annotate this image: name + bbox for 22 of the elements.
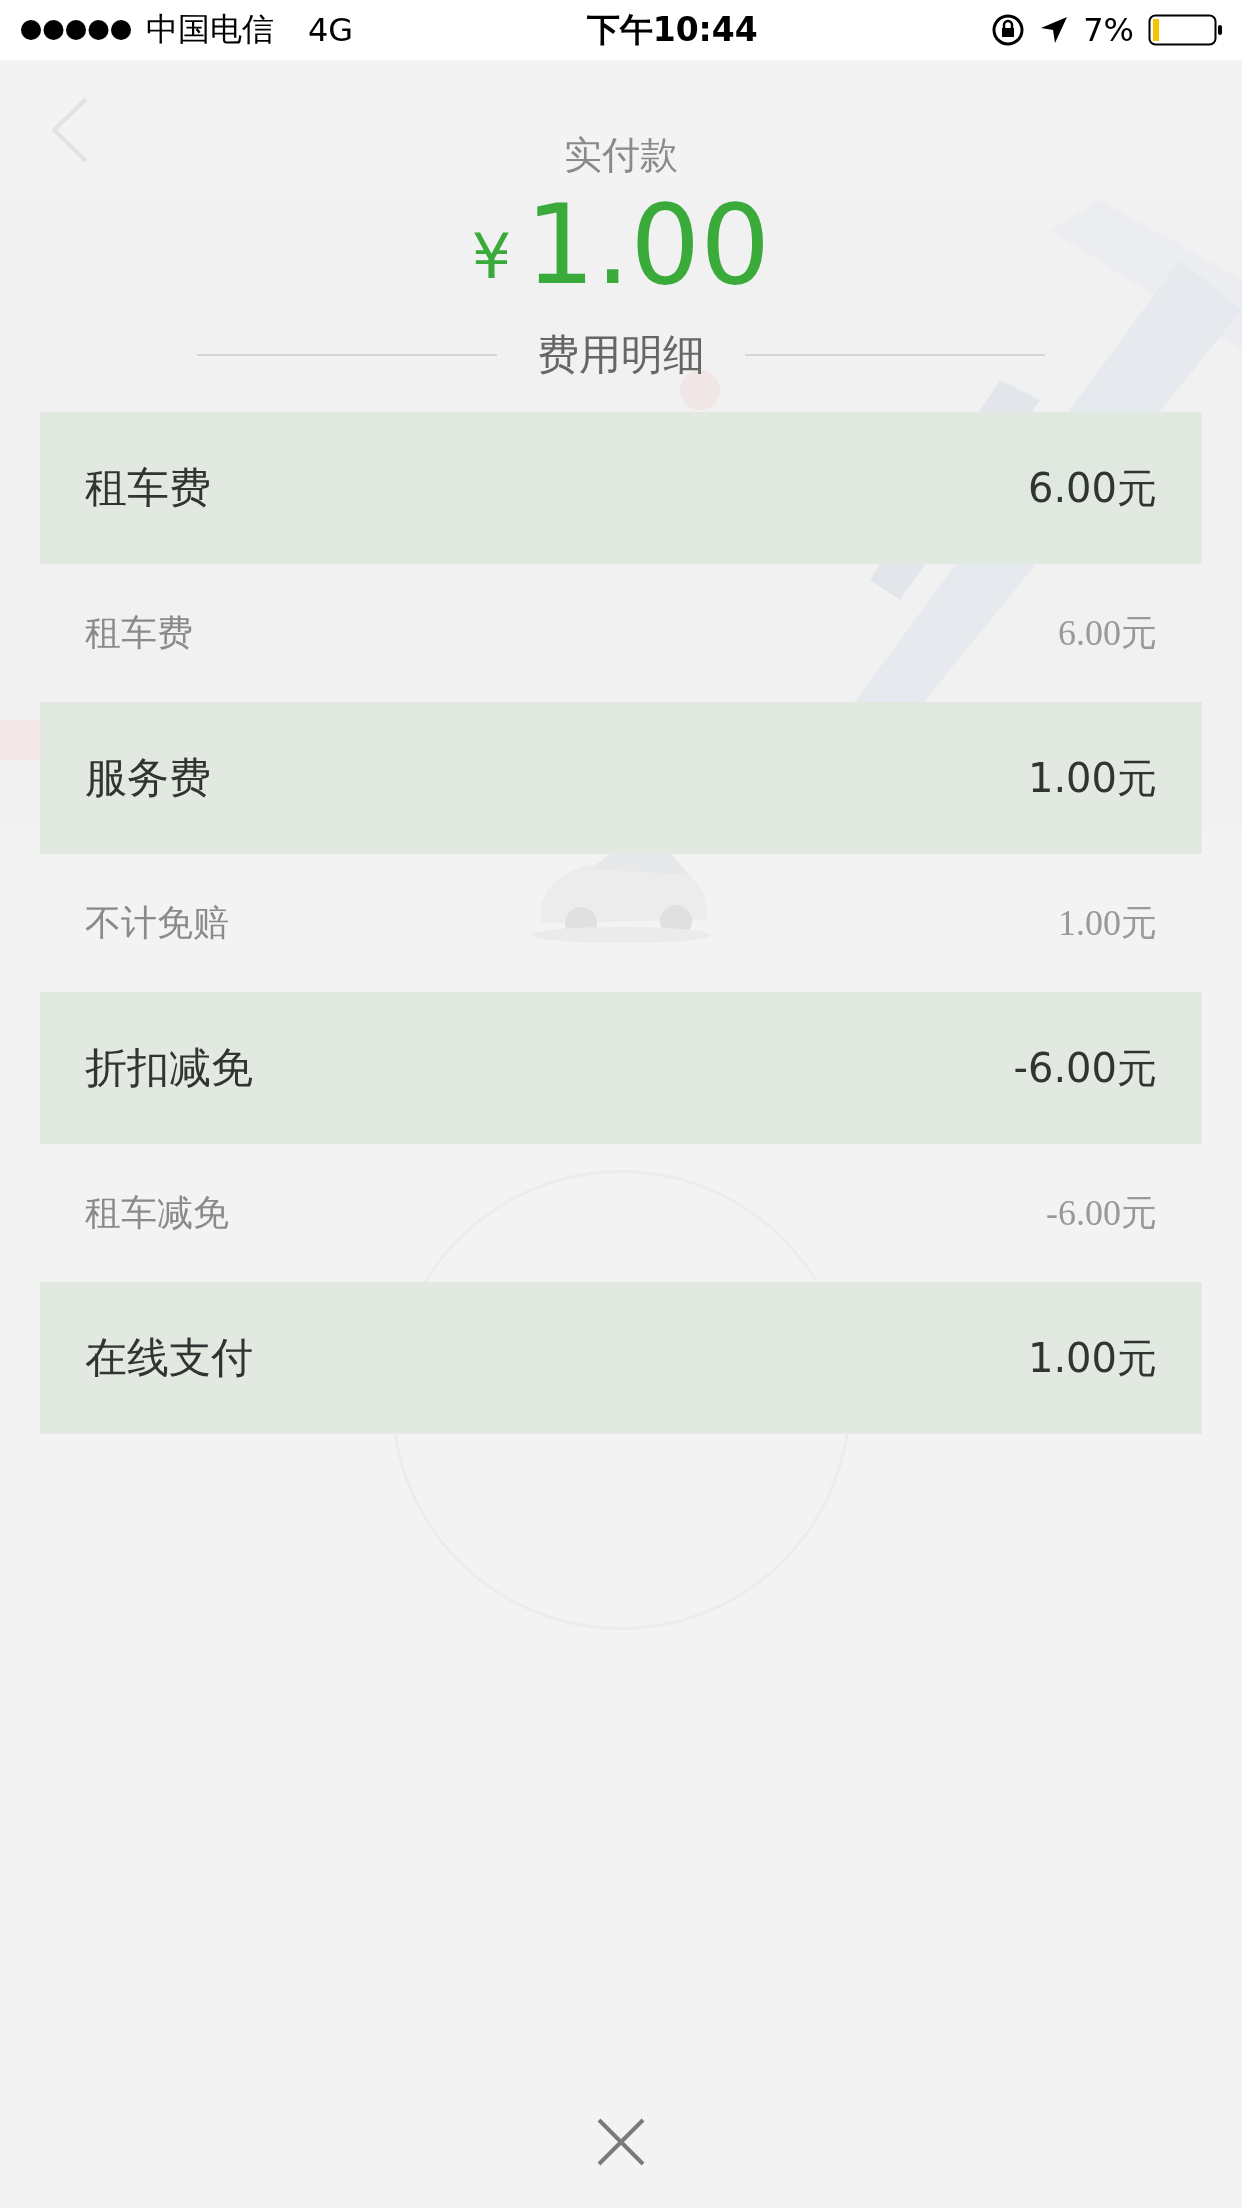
fee-group-value: 1.00元 — [1027, 753, 1157, 803]
currency-symbol: ¥ — [471, 219, 512, 293]
fee-item-label: 租车费 — [85, 610, 193, 655]
fee-group-label: 折扣减免 — [85, 1042, 253, 1094]
network-type: 4G — [308, 11, 354, 49]
paid-label: 实付款 — [564, 132, 678, 179]
fee-group-label: 租车费 — [85, 462, 211, 514]
fee-group-value: 1.00元 — [1027, 1333, 1157, 1383]
fee-group-label: 服务费 — [85, 752, 211, 804]
fee-item-value: 1.00元 — [1058, 901, 1157, 945]
paid-amount: 1.00 — [525, 181, 771, 309]
section-title: 费用明细 — [537, 329, 705, 381]
fee-item-label: 租车减免 — [85, 1190, 229, 1235]
carrier-name: 中国电信 — [146, 9, 274, 50]
fee-item-label: 不计免赔 — [85, 900, 229, 945]
fee-group-label: 在线支付 — [85, 1332, 253, 1384]
fee-group-value: 6.00元 — [1027, 463, 1157, 513]
battery-percent: 7% — [1083, 11, 1134, 49]
clock-time: 下午10:44 — [586, 8, 758, 51]
fee-item-value: -6.00元 — [1046, 1191, 1157, 1235]
fee-group-value: -6.00元 — [1013, 1043, 1157, 1093]
fee-item-value: 6.00元 — [1058, 611, 1157, 655]
